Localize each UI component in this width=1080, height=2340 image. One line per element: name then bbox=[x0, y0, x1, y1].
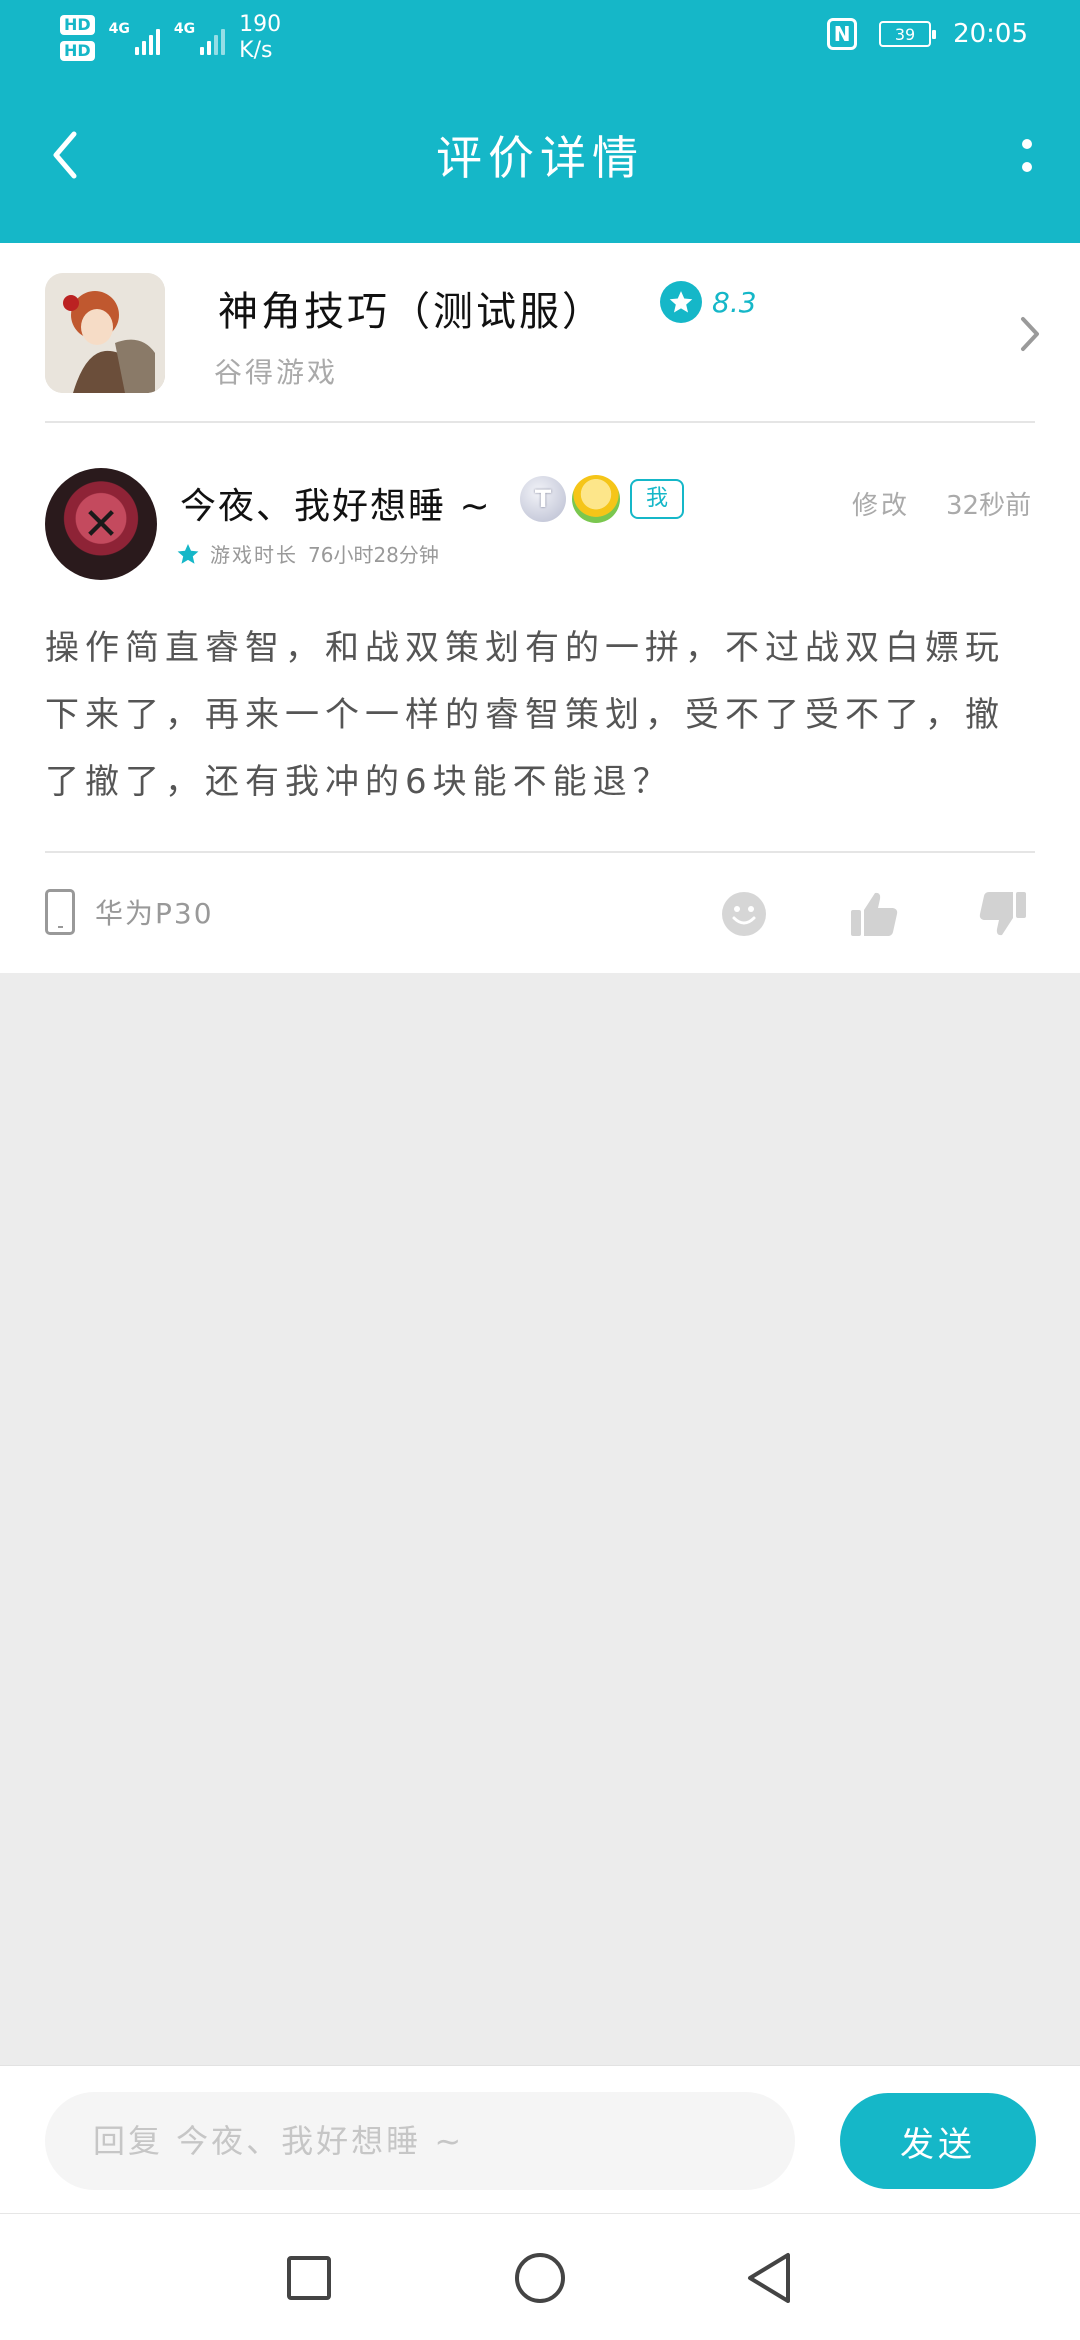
playtime-label: 游戏时长 bbox=[210, 543, 298, 567]
chevron-right-icon[interactable] bbox=[1010, 309, 1050, 359]
circle-icon bbox=[515, 2253, 565, 2303]
battery-icon: 39 bbox=[879, 21, 937, 47]
star-icon bbox=[177, 543, 199, 564]
star-icon bbox=[660, 281, 702, 323]
review-text: 操作简直睿智，和战双策划有的一拼，不过战双白嫖玩下来了，再来一个一样的睿智策划，… bbox=[45, 628, 1005, 802]
review-card: 神角技巧（测试服） 8.3 谷得游戏 ✕ 今夜、我好想睡 ~ T 我 修改 32… bbox=[0, 243, 1080, 973]
me-badge: 我 bbox=[630, 479, 685, 519]
reply-bar: 发送 bbox=[0, 2065, 1080, 2213]
thumbs-up-icon bbox=[851, 892, 898, 936]
game-rating: 8.3 bbox=[660, 281, 757, 323]
triangle-back-icon bbox=[748, 2253, 790, 2303]
system-navigation-bar bbox=[0, 2213, 1080, 2340]
emoji-reaction-button[interactable] bbox=[717, 887, 771, 941]
network-speed: 190 K/s bbox=[239, 12, 282, 63]
rating-score: 8.3 bbox=[712, 285, 757, 319]
square-icon bbox=[287, 2256, 331, 2300]
divider bbox=[45, 421, 1035, 423]
divider bbox=[45, 851, 1035, 853]
signal-icon-1: 4G bbox=[109, 21, 160, 55]
developer-name: 谷得游戏 bbox=[214, 356, 339, 389]
edit-button[interactable]: 修改 bbox=[852, 485, 910, 522]
send-button[interactable]: 发送 bbox=[840, 2093, 1036, 2189]
avatar[interactable]: ✕ bbox=[45, 468, 157, 580]
title-badge-icon: T bbox=[520, 476, 566, 522]
avatar-x-icon: ✕ bbox=[82, 498, 120, 550]
page-title: 评价详情 bbox=[436, 131, 644, 185]
character-badge-icon bbox=[572, 475, 620, 523]
game-name: 神角技巧（测试服） bbox=[218, 289, 605, 335]
status-bar: HD HD 4G 4G 190 K/s N 39 20:05 bbox=[0, 0, 1080, 76]
signal-icon-2: 4G bbox=[174, 21, 226, 55]
reply-input[interactable] bbox=[45, 2092, 795, 2190]
recent-apps-button[interactable] bbox=[277, 2246, 341, 2310]
phone-icon bbox=[45, 889, 75, 935]
top-bar: HD HD 4G 4G 190 K/s N 39 20:05 评价详情 bbox=[0, 0, 1080, 243]
back-nav-button[interactable] bbox=[737, 2246, 801, 2310]
dislike-button[interactable] bbox=[976, 887, 1030, 941]
hd-badge-1: HD bbox=[60, 15, 95, 35]
device-name: 华为P30 bbox=[95, 897, 214, 930]
playtime: 游戏时长 76小时28分钟 bbox=[176, 539, 439, 568]
review-time: 32秒前 bbox=[946, 491, 1032, 521]
user-badges: T 我 bbox=[520, 475, 685, 523]
playtime-value: 76小时28分钟 bbox=[308, 543, 439, 567]
game-info-row[interactable]: 神角技巧（测试服） 8.3 谷得游戏 bbox=[0, 243, 1080, 421]
smiley-icon bbox=[722, 892, 766, 936]
device-info: 华为P30 bbox=[45, 889, 214, 935]
hd-badge-2: HD bbox=[60, 41, 95, 61]
home-button[interactable] bbox=[508, 2246, 572, 2310]
more-options-button[interactable] bbox=[1002, 130, 1052, 180]
nfc-icon: N bbox=[827, 18, 858, 50]
thumbs-down-icon bbox=[979, 892, 1026, 936]
like-button[interactable] bbox=[847, 887, 901, 941]
more-vertical-icon bbox=[1022, 138, 1032, 149]
game-icon bbox=[45, 273, 165, 393]
clock: 20:05 bbox=[953, 19, 1028, 49]
username[interactable]: 今夜、我好想睡 ~ bbox=[180, 477, 492, 529]
